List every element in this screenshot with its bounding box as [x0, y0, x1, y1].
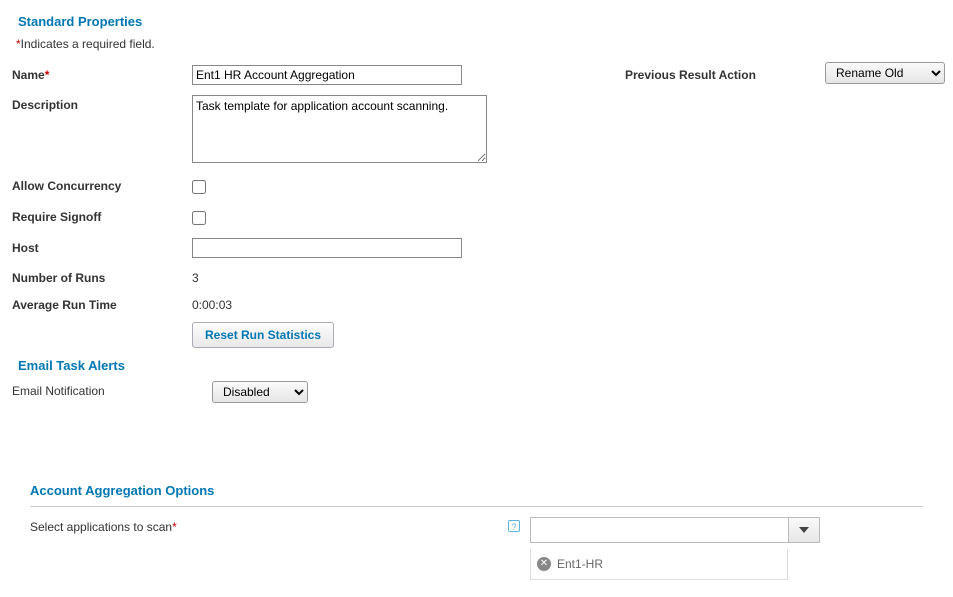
description-textarea[interactable]: Task template for application account sc…	[192, 95, 487, 163]
avg-run-time-label: Average Run Time	[12, 295, 192, 312]
reset-run-statistics-button[interactable]: Reset Run Statistics	[192, 322, 334, 348]
avg-run-time-value: 0:00:03	[192, 295, 232, 312]
number-of-runs-label: Number of Runs	[12, 268, 192, 285]
previous-result-row: Previous Result Action Rename Old	[625, 62, 945, 84]
asterisk-icon: *	[45, 68, 50, 82]
application-search-input[interactable]	[530, 517, 788, 543]
selected-application-name: Ent1-HR	[557, 557, 603, 571]
require-signoff-label: Require Signoff	[12, 207, 192, 224]
help-icon[interactable]: ?	[508, 520, 520, 532]
allow-concurrency-label: Allow Concurrency	[12, 176, 192, 193]
name-input[interactable]	[192, 65, 462, 85]
host-label: Host	[12, 238, 192, 255]
section-standard-properties: Standard Properties	[18, 14, 941, 29]
application-dropdown-button[interactable]	[788, 517, 820, 543]
email-notification-select[interactable]: Disabled	[212, 381, 308, 403]
email-notification-label: Email Notification	[12, 381, 212, 398]
select-apps-label: Select applications to scan* ?	[30, 517, 530, 534]
previous-result-select[interactable]: Rename Old	[825, 62, 945, 84]
description-label: Description	[12, 95, 192, 112]
required-field-note: *Indicates a required field.	[16, 37, 941, 51]
remove-icon[interactable]: ✕	[537, 557, 551, 571]
require-signoff-checkbox[interactable]	[192, 211, 206, 225]
host-input[interactable]	[192, 238, 462, 258]
required-note-text: Indicates a required field.	[21, 37, 155, 51]
chevron-down-icon	[799, 527, 809, 533]
selected-application-item: ✕ Ent1-HR	[531, 549, 787, 579]
section-account-aggregation-options: Account Aggregation Options	[30, 483, 923, 498]
name-label: Name*	[12, 65, 192, 82]
previous-result-label: Previous Result Action	[625, 65, 825, 82]
section-email-task-alerts: Email Task Alerts	[18, 358, 941, 373]
number-of-runs-value: 3	[192, 268, 199, 285]
allow-concurrency-checkbox[interactable]	[192, 180, 206, 194]
selected-applications-list: ✕ Ent1-HR	[530, 549, 788, 580]
asterisk-icon: *	[172, 520, 177, 534]
